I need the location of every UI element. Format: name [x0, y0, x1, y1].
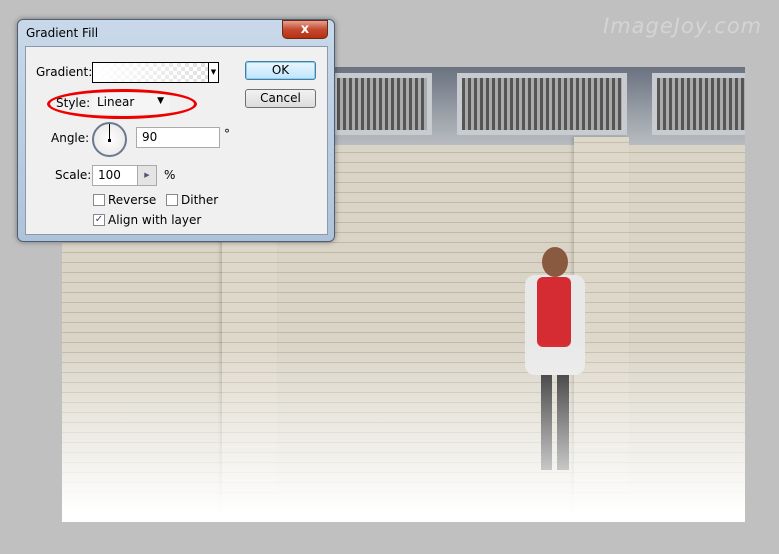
scale-slider-button[interactable]: ▶ — [137, 165, 157, 186]
gradient-label: Gradient: — [36, 65, 93, 79]
angle-input[interactable]: 90 — [136, 127, 220, 148]
white-gradient-overlay — [62, 342, 745, 522]
chevron-down-icon[interactable]: ▼ — [208, 63, 218, 82]
vent — [457, 73, 627, 135]
angle-label: Angle: — [51, 131, 90, 145]
align-with-layer-label: Align with layer — [108, 213, 202, 227]
dither-checkbox[interactable] — [166, 194, 178, 206]
vent — [652, 73, 745, 135]
percent-unit: % — [164, 168, 176, 182]
scale-input[interactable]: 100 — [92, 165, 138, 186]
align-with-layer-checkbox[interactable]: ✓ — [93, 214, 105, 226]
angle-dial[interactable] — [92, 122, 127, 157]
watermark: ImageJoy.com — [603, 14, 763, 38]
scale-label: Scale: — [55, 168, 92, 182]
gradient-fill-dialog: Gradient Fill x Gradient: ▼ Style: Linea… — [17, 19, 335, 242]
degree-unit: ° — [224, 127, 230, 141]
vent — [332, 73, 432, 135]
reverse-label: Reverse — [108, 193, 157, 207]
close-button[interactable]: x — [282, 20, 328, 39]
red-highlight-ellipse — [47, 89, 197, 119]
cancel-button[interactable]: Cancel — [245, 89, 316, 108]
reverse-checkbox[interactable] — [93, 194, 105, 206]
dialog-body: Gradient: ▼ Style: Linear ▼ Angle: 90 ° S… — [25, 46, 328, 235]
dither-label: Dither — [181, 193, 219, 207]
dialog-title: Gradient Fill — [26, 26, 99, 40]
ok-button[interactable]: OK — [245, 61, 316, 80]
gradient-picker[interactable]: ▼ — [92, 62, 219, 83]
